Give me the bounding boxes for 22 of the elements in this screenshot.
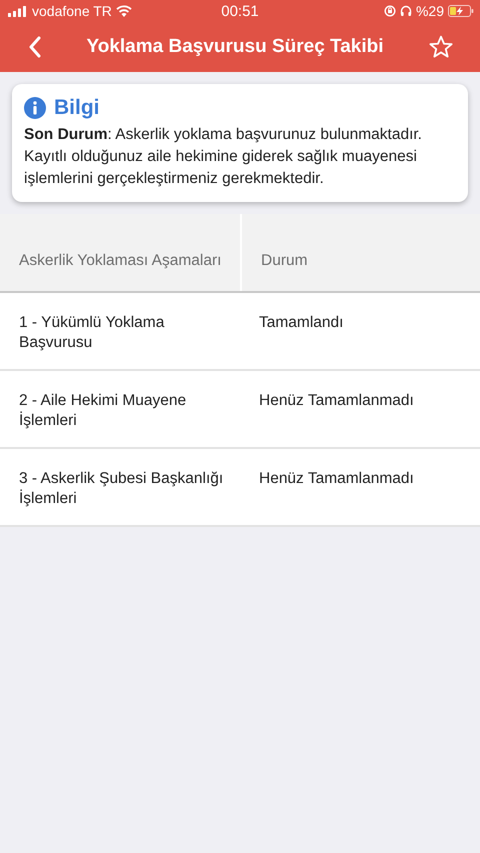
table-cell-text: Henüz Tamamlanmadı — [258, 469, 415, 489]
table-cell-text: Tamamlandı — [258, 313, 344, 333]
battery-percent: %29 — [416, 3, 444, 19]
info-icon — [24, 97, 46, 119]
table-cell-text: 3 - Askerlik Şubesi Başkanlığı İşlemleri — [18, 469, 224, 509]
table-cell-text: 1 - Yükümlü Yoklama Başvurusu — [18, 313, 166, 353]
table-cell-text: 2 - Aile Hekimi Muayene İşlemleri — [18, 391, 188, 431]
column-header: Askerlik Yoklaması Aşamaları — [0, 214, 242, 291]
info-title: Bilgi — [54, 96, 100, 120]
back-button[interactable] — [28, 36, 42, 58]
column-header: Durum — [260, 251, 309, 271]
rotation-lock-icon — [384, 5, 396, 17]
carrier-name: vodafone TR — [32, 3, 112, 19]
table-cell-text: Henüz Tamamlanmadı — [258, 391, 415, 411]
signal-icon — [8, 6, 28, 16]
clock-time: 00:51 — [221, 2, 259, 20]
page-title: Yoklama Başvurusu Süreç Takibi — [86, 36, 384, 58]
wifi-icon — [116, 5, 132, 17]
info-message: Son Durum: Askerlik yoklama başvurunuz bulunmaktadır. Kayıtlı olduğunuz aile hekimine giderek sağlık muayenesi işlemlerini gerçekleştirmeniz gerekmektedir. — [24, 125, 423, 189]
favorite-star-button[interactable] — [428, 34, 454, 60]
headphones-icon — [400, 5, 412, 17]
battery-charging-icon — [448, 5, 474, 17]
